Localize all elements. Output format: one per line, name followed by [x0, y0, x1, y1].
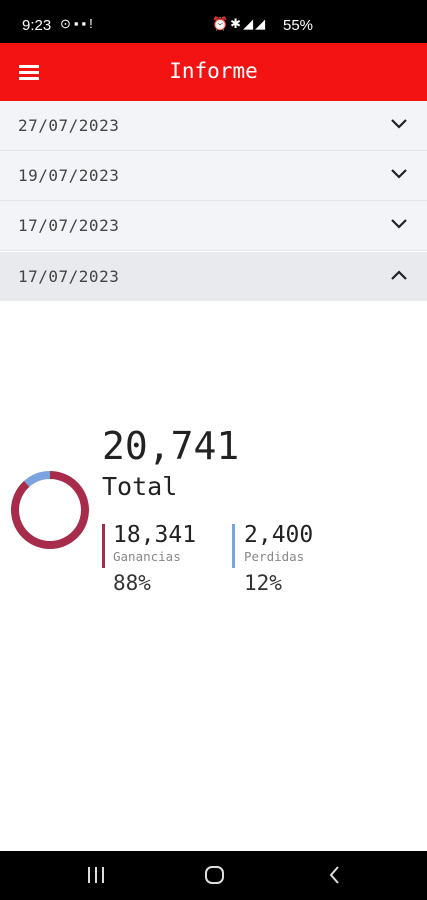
chevron-down-icon: [391, 119, 407, 129]
gains-label: Ganancias: [113, 549, 181, 564]
report-panel[interactable]: 19/07/2023: [0, 151, 427, 201]
navigation-bar: [0, 851, 427, 900]
losses-label: Perdidas: [244, 549, 305, 564]
losses-indicator: [232, 524, 235, 568]
back-icon[interactable]: [326, 864, 344, 886]
system-icons: ⏰✱◢◢: [212, 16, 268, 31]
home-icon[interactable]: [204, 864, 226, 886]
total-value: 20,741: [102, 424, 240, 468]
notification-icons: ⊙▪▪!: [60, 16, 96, 31]
panel-date: 19/07/2023: [18, 166, 120, 185]
gains-value: 18,341: [113, 522, 197, 548]
donut-slice-perdidas: [24, 471, 51, 487]
battery-level: 55%: [283, 17, 314, 34]
report-panel[interactable]: 27/07/2023: [0, 101, 427, 151]
losses-percent: 12%: [244, 571, 282, 595]
donut-slice-ganancias: [11, 471, 89, 549]
gains-percent: 88%: [113, 571, 151, 595]
gains-indicator: [102, 524, 105, 568]
chevron-down-icon: [391, 169, 407, 179]
losses-value: 2,400: [244, 522, 314, 548]
donut-chart: [11, 471, 89, 549]
status-bar: 9:23 ⊙▪▪! ⏰✱◢◢ 55%: [0, 0, 427, 43]
report-panel[interactable]: 17/07/2023: [0, 201, 427, 251]
recents-icon[interactable]: [86, 864, 106, 886]
panel-date: 27/07/2023: [18, 116, 120, 135]
status-time: 9:23: [22, 17, 52, 34]
total-label: Total: [102, 472, 178, 501]
panel-date: 17/07/2023: [18, 267, 120, 286]
page-title: Informe: [169, 59, 258, 83]
chevron-up-icon: [391, 270, 407, 280]
panel-date: 17/07/2023: [18, 216, 120, 235]
report-panel-expanded[interactable]: 17/07/2023: [0, 252, 427, 301]
app-bar: Informe: [0, 43, 427, 101]
chevron-down-icon: [391, 219, 407, 229]
